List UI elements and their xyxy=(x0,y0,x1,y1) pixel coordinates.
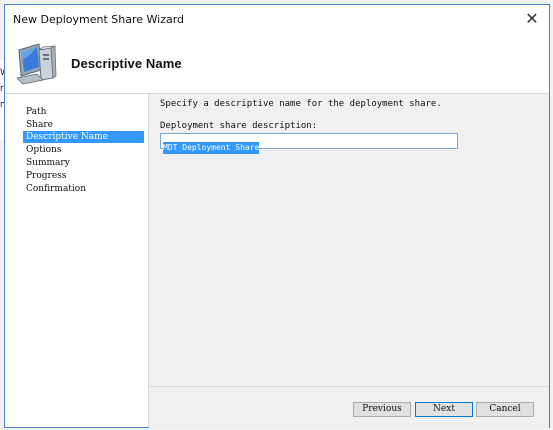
title-bar[interactable]: New Deployment Share Wizard ✕ xyxy=(5,5,549,33)
wizard-header: Descriptive Name xyxy=(5,33,549,94)
step-options: Options xyxy=(26,145,62,155)
description-input[interactable]: MDT Deployment Share xyxy=(160,133,458,154)
step-path: Path xyxy=(26,107,47,117)
step-share: Share xyxy=(26,120,53,130)
instruction-text: Specify a descriptive name for the deplo… xyxy=(160,99,442,109)
description-value: MDT Deployment Share xyxy=(163,142,260,154)
description-label: Deployment share description: xyxy=(160,121,318,131)
window-title: New Deployment Share Wizard xyxy=(13,13,185,26)
step-descriptive-name: Descriptive Name xyxy=(23,131,144,143)
button-bar: Previous Next Cancel xyxy=(149,386,549,428)
step-confirmation: Confirmation xyxy=(26,184,87,194)
steps-pane: Path Share Descriptive Name Options Summ… xyxy=(5,94,149,427)
page-title: Descriptive Name xyxy=(71,56,182,71)
previous-button[interactable]: Previous xyxy=(353,402,411,417)
computer-icon xyxy=(16,43,57,85)
content-pane: Specify a descriptive name for the deplo… xyxy=(149,94,549,428)
step-summary: Summary xyxy=(26,158,70,168)
cancel-button[interactable]: Cancel xyxy=(476,402,534,417)
step-progress: Progress xyxy=(26,171,67,181)
next-button[interactable]: Next xyxy=(415,402,473,417)
close-icon[interactable]: ✕ xyxy=(523,10,541,28)
wizard-window: New Deployment Share Wizard ✕ Descriptiv… xyxy=(4,4,550,428)
